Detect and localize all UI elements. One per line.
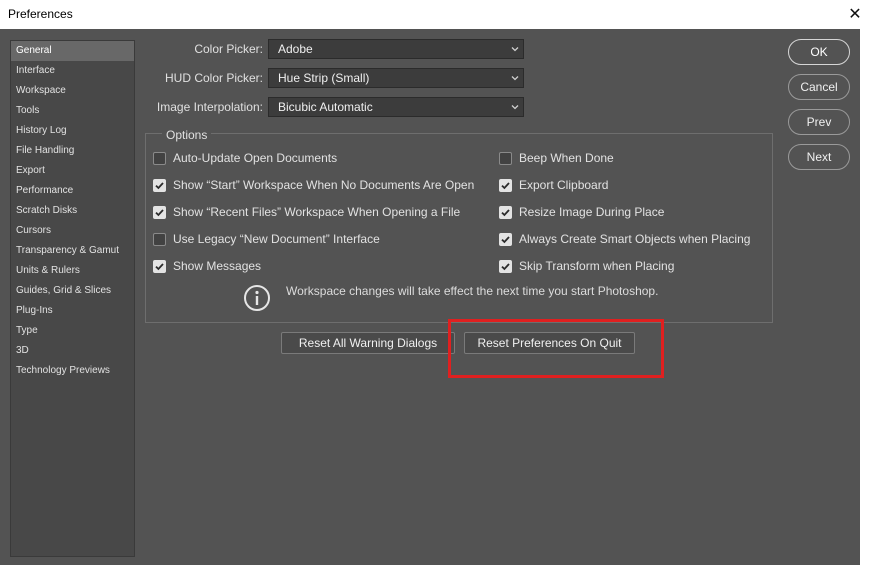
- checkbox-label: Show Messages: [173, 259, 262, 273]
- sidebar-item-units-rulers[interactable]: Units & Rulers: [11, 261, 134, 281]
- options-group: Options Auto-Update Open Documents Show …: [145, 128, 773, 323]
- checkmark-icon: [155, 262, 164, 270]
- hud-color-picker-row: HUD Color Picker: Hue Strip (Small): [145, 68, 524, 88]
- checkbox-box[interactable]: [499, 151, 512, 165]
- checkbox-box[interactable]: [153, 151, 166, 165]
- sidebar-item-plug-ins[interactable]: Plug-Ins: [11, 301, 134, 321]
- sidebar-item-3d[interactable]: 3D: [11, 341, 134, 361]
- checkbox-label: Auto-Update Open Documents: [173, 151, 338, 165]
- checkbox-label: Show “Recent Files” Workspace When Openi…: [173, 205, 461, 219]
- checkbox-box[interactable]: [499, 178, 512, 192]
- sidebar-item-technology-previews[interactable]: Technology Previews: [11, 361, 134, 381]
- hud-color-picker-select[interactable]: Hue Strip (Small): [268, 68, 524, 88]
- image-interpolation-select[interactable]: Bicubic Automatic: [268, 97, 524, 117]
- sidebar-item-workspace[interactable]: Workspace: [11, 81, 134, 101]
- checkbox-beep-when-done[interactable]: Beep When Done: [499, 150, 614, 166]
- checkbox-always-create-smart-objects[interactable]: Always Create Smart Objects when Placing: [499, 231, 750, 247]
- checkbox-export-clipboard[interactable]: Export Clipboard: [499, 177, 608, 193]
- checkbox-label: Resize Image During Place: [519, 205, 665, 219]
- checkbox-box[interactable]: [153, 178, 166, 192]
- options-legend: Options: [162, 128, 212, 142]
- hud-color-picker-value: Hue Strip (Small): [278, 71, 370, 85]
- checkmark-icon: [155, 208, 164, 216]
- color-picker-row: Color Picker: Adobe: [145, 39, 524, 59]
- close-icon: ✕: [848, 6, 862, 23]
- sidebar-item-general[interactable]: General: [11, 41, 134, 61]
- checkbox-show-recent-files[interactable]: Show “Recent Files” Workspace When Openi…: [153, 204, 460, 220]
- checkbox-show-start-workspace[interactable]: Show “Start” Workspace When No Documents…: [153, 177, 474, 193]
- checkmark-icon: [501, 262, 510, 270]
- checkbox-skip-transform[interactable]: Skip Transform when Placing: [499, 258, 674, 274]
- checkbox-legacy-new-document[interactable]: Use Legacy “New Document” Interface: [153, 231, 380, 247]
- image-interpolation-label: Image Interpolation:: [156, 100, 263, 114]
- info-icon: [244, 285, 270, 311]
- color-picker-label: Color Picker:: [194, 42, 263, 56]
- checkbox-resize-image-during-place[interactable]: Resize Image During Place: [499, 204, 664, 220]
- checkmark-icon: [155, 181, 164, 189]
- checkmark-icon: [501, 235, 510, 243]
- checkbox-box[interactable]: [153, 232, 166, 246]
- highlight-annotation: [448, 319, 664, 378]
- checkmark-icon: [501, 208, 510, 216]
- color-picker-value: Adobe: [278, 42, 313, 56]
- checkbox-box[interactable]: [499, 259, 512, 273]
- sidebar: General Interface Workspace Tools Histor…: [10, 40, 135, 557]
- image-interpolation-row: Image Interpolation: Bicubic Automatic: [145, 97, 524, 117]
- background-strip: [860, 29, 872, 565]
- checkbox-box[interactable]: [153, 259, 166, 273]
- cancel-button[interactable]: Cancel: [788, 74, 850, 100]
- close-button[interactable]: ✕: [842, 2, 868, 26]
- sidebar-item-interface[interactable]: Interface: [11, 61, 134, 81]
- chevron-down-icon: [511, 76, 519, 81]
- ok-button[interactable]: OK: [788, 39, 850, 65]
- checkbox-auto-update[interactable]: Auto-Update Open Documents: [153, 150, 337, 166]
- checkbox-label: Show “Start” Workspace When No Documents…: [173, 178, 475, 192]
- title-bar: Preferences ✕: [0, 0, 872, 29]
- sidebar-item-transparency-gamut[interactable]: Transparency & Gamut: [11, 241, 134, 261]
- sidebar-item-export[interactable]: Export: [11, 161, 134, 181]
- sidebar-item-performance[interactable]: Performance: [11, 181, 134, 201]
- checkbox-label: Use Legacy “New Document” Interface: [173, 232, 380, 246]
- window-title: Preferences: [8, 7, 73, 21]
- next-button[interactable]: Next: [788, 144, 850, 170]
- checkbox-box[interactable]: [153, 205, 166, 219]
- checkbox-label: Beep When Done: [519, 151, 614, 165]
- chevron-down-icon: [511, 105, 519, 110]
- reset-all-warning-dialogs-button[interactable]: Reset All Warning Dialogs: [281, 332, 455, 354]
- checkmark-icon: [501, 181, 510, 189]
- checkbox-label: Skip Transform when Placing: [519, 259, 675, 273]
- sidebar-item-tools[interactable]: Tools: [11, 101, 134, 121]
- sidebar-item-cursors[interactable]: Cursors: [11, 221, 134, 241]
- checkbox-label: Export Clipboard: [519, 178, 609, 192]
- checkbox-show-messages[interactable]: Show Messages: [153, 258, 261, 274]
- sidebar-item-history-log[interactable]: History Log: [11, 121, 134, 141]
- checkbox-box[interactable]: [499, 205, 512, 219]
- chevron-down-icon: [511, 47, 519, 52]
- checkbox-label: Always Create Smart Objects when Placing: [519, 232, 751, 246]
- sidebar-item-scratch-disks[interactable]: Scratch Disks: [11, 201, 134, 221]
- image-interpolation-value: Bicubic Automatic: [278, 100, 373, 114]
- color-picker-select[interactable]: Adobe: [268, 39, 524, 59]
- checkbox-box[interactable]: [499, 232, 512, 246]
- prev-button[interactable]: Prev: [788, 109, 850, 135]
- hud-color-picker-label: HUD Color Picker:: [164, 71, 263, 85]
- sidebar-item-type[interactable]: Type: [11, 321, 134, 341]
- preferences-dialog: General Interface Workspace Tools Histor…: [0, 29, 860, 565]
- workspace-info-text: Workspace changes will take effect the n…: [286, 284, 659, 298]
- sidebar-item-file-handling[interactable]: File Handling: [11, 141, 134, 161]
- sidebar-item-guides-grid-slices[interactable]: Guides, Grid & Slices: [11, 281, 134, 301]
